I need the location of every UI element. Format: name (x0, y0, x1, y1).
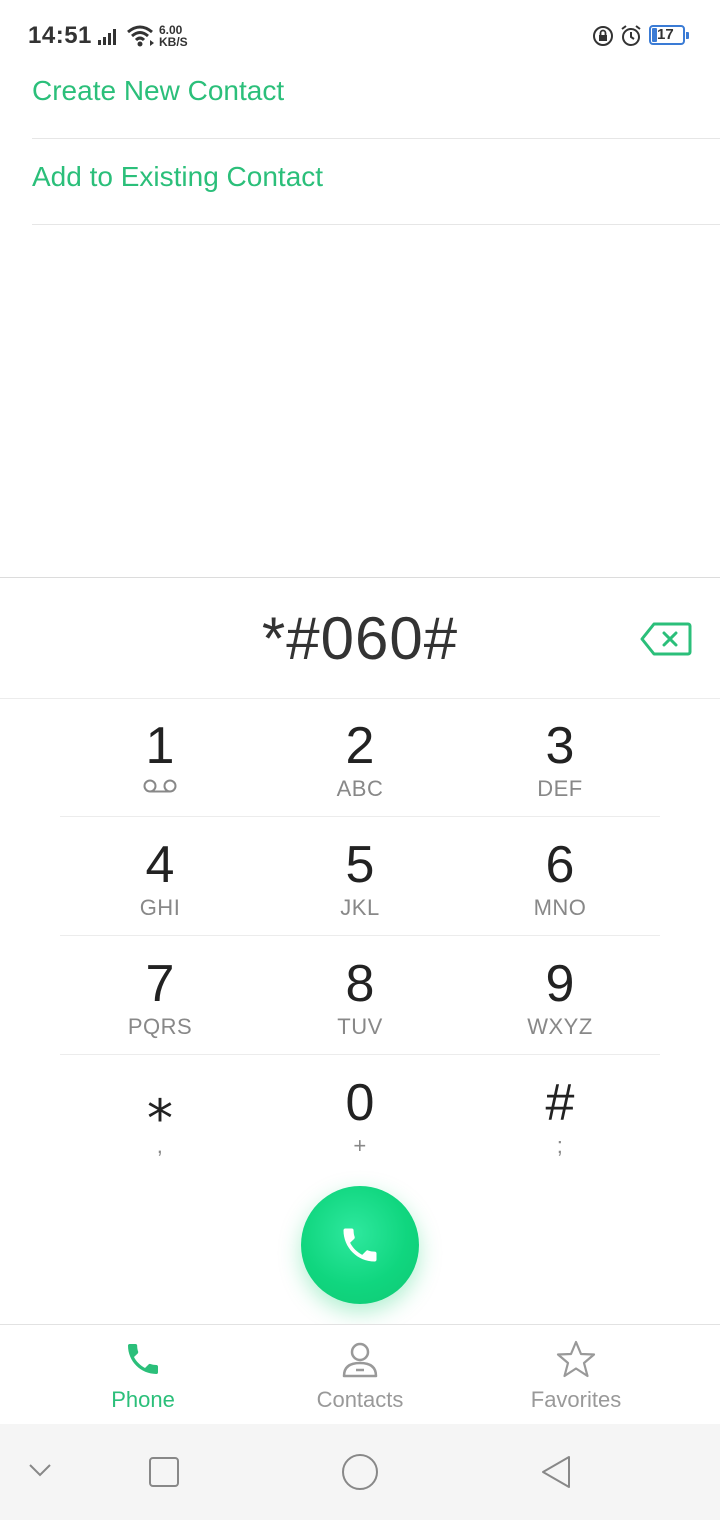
keypad-row: ⁎ , 0 + # ; (60, 1055, 660, 1173)
network-speed: 6.00 KB/S (159, 24, 188, 48)
keypad-row: 7 PQRS 8 TUV 9 WXYZ (60, 936, 660, 1055)
add-to-existing-contact-option[interactable]: Add to Existing Contact (32, 139, 720, 225)
status-time: 14:51 (28, 22, 92, 49)
phone-icon (128, 1344, 158, 1374)
keypad-row: 4 GHI 5 JKL 6 MNO (60, 817, 660, 936)
key-1[interactable]: 1 (60, 698, 260, 816)
signal-icon (98, 29, 116, 45)
star-icon (556, 1340, 596, 1378)
tab-phone-label: Phone (111, 1387, 175, 1412)
dialer-panel: *#060# 1 2 ABC 3 DEF 4 GHI 5 JKL 6 MNO 7… (0, 577, 720, 1325)
key-letters: + (353, 1133, 367, 1158)
bottom-tab-bar: Phone Contacts Favorites (0, 1324, 720, 1425)
key-digit: 5 (345, 836, 375, 894)
create-new-contact-option[interactable]: Create New Contact (32, 53, 720, 139)
key-hash[interactable]: # ; (460, 1055, 660, 1173)
wifi-icon (127, 25, 154, 47)
rotation-lock-icon (593, 26, 613, 46)
key-letters: ABC (336, 776, 384, 801)
key-digit: 7 (145, 955, 175, 1013)
key-letters: GHI (139, 895, 181, 920)
keypad: 1 2 ABC 3 DEF 4 GHI 5 JKL 6 MNO 7 PQRS 8… (60, 698, 660, 1173)
create-new-contact-label: Create New Contact (32, 75, 285, 106)
recent-apps-icon[interactable] (148, 1456, 180, 1488)
key-digit: # (545, 1074, 575, 1132)
tab-contacts-label: Contacts (316, 1387, 404, 1412)
key-letters: JKL (340, 895, 380, 920)
key-4[interactable]: 4 GHI (60, 817, 260, 935)
key-7[interactable]: 7 PQRS (60, 936, 260, 1054)
key-letters: , (156, 1133, 164, 1158)
tab-contacts[interactable]: Contacts (240, 1325, 480, 1425)
key-letters: WXYZ (527, 1014, 593, 1039)
key-letters: TUV (337, 1014, 383, 1039)
key-8[interactable]: 8 TUV (260, 936, 460, 1054)
chevron-down-icon[interactable] (28, 1462, 52, 1478)
key-letters: MNO (533, 895, 587, 920)
backspace-icon[interactable] (640, 622, 692, 656)
back-icon[interactable] (539, 1454, 573, 1490)
key-3[interactable]: 3 DEF (460, 698, 660, 816)
key-6[interactable]: 6 MNO (460, 817, 660, 935)
key-9[interactable]: 9 WXYZ (460, 936, 660, 1054)
key-digit: 0 (345, 1074, 375, 1132)
key-digit: 9 (545, 955, 575, 1013)
key-0[interactable]: 0 + (260, 1055, 460, 1173)
alarm-icon (621, 25, 641, 46)
add-to-existing-contact-label: Add to Existing Contact (32, 161, 324, 192)
key-2[interactable]: 2 ABC (260, 698, 460, 816)
key-letters: PQRS (127, 1014, 193, 1039)
key-letters: DEF (537, 776, 583, 801)
tab-favorites-label: Favorites (530, 1387, 622, 1412)
system-nav-bar (0, 1424, 720, 1520)
key-digit: 1 (145, 717, 175, 775)
key-5[interactable]: 5 JKL (260, 817, 460, 935)
key-digit: 4 (145, 836, 175, 894)
voicemail-icon (143, 779, 177, 793)
key-digit: 3 (545, 717, 575, 775)
tab-phone[interactable]: Phone (23, 1325, 263, 1425)
number-display: *#060# (0, 578, 720, 699)
call-button[interactable] (301, 1186, 419, 1304)
key-digit: 6 (545, 836, 575, 894)
network-speed-unit: KB/S (159, 35, 188, 49)
key-digit: 2 (345, 717, 375, 775)
tab-favorites[interactable]: Favorites (456, 1325, 696, 1425)
home-icon[interactable] (341, 1453, 379, 1491)
contacts-icon (342, 1342, 378, 1378)
keypad-row: 1 2 ABC 3 DEF (60, 698, 660, 817)
key-star[interactable]: ⁎ , (60, 1055, 260, 1173)
key-digit: 8 (345, 955, 375, 1013)
key-digit: ⁎ (147, 1074, 173, 1132)
phone-call-icon (343, 1228, 377, 1262)
battery-level: 17 (657, 26, 674, 43)
battery-icon: 17 (649, 25, 689, 47)
key-letters: ; (556, 1133, 564, 1158)
dialed-number: *#060# (261, 605, 459, 672)
